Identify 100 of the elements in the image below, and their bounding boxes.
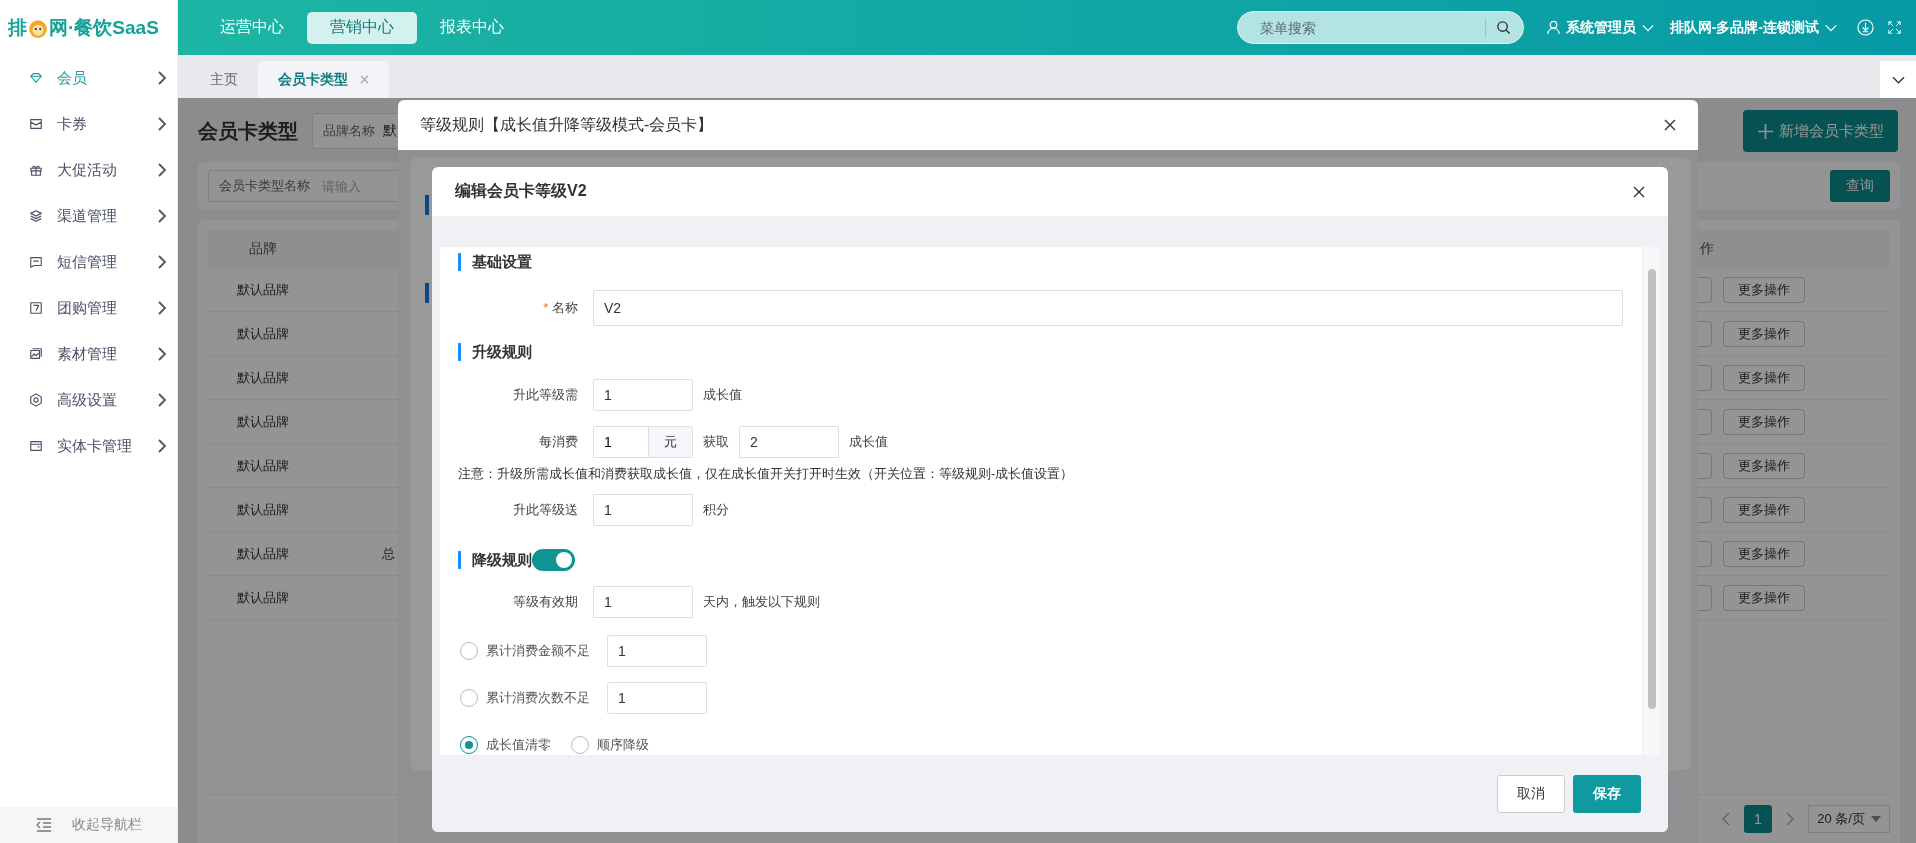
collapse-nav-button[interactable]: 收起导航栏	[0, 807, 177, 843]
chevron-right-icon	[157, 392, 167, 408]
more-actions-button[interactable]: 更多操作	[1723, 584, 1805, 611]
organization-menu[interactable]: 排队网-多品牌-连锁测试	[1669, 18, 1819, 37]
table-cell: 总	[382, 545, 395, 561]
chevron-right-icon	[157, 208, 167, 224]
field-label: 会员卡类型名称	[219, 177, 310, 195]
input-field[interactable]: 2	[739, 426, 839, 458]
more-actions-button[interactable]: 更多操作	[1723, 496, 1805, 523]
user-menu[interactable]: 系统管理员	[1565, 18, 1636, 37]
chat-icon	[29, 255, 43, 269]
plus-icon	[1757, 123, 1773, 139]
field-label: 等级有效期	[512, 593, 578, 611]
input-field[interactable]: V2	[593, 290, 1623, 326]
save-button[interactable]: 保存	[1573, 774, 1641, 813]
unit-label: 成长值	[703, 386, 742, 404]
field-label: 升此等级需	[512, 386, 578, 404]
tabs-dropdown-button[interactable]	[1880, 61, 1916, 98]
radio-label: 顺序降级	[597, 736, 649, 754]
page-tab[interactable]: 会员卡类型	[258, 61, 389, 98]
chevron-right-icon	[157, 438, 167, 454]
sidebar-item[interactable]: 卡券	[0, 101, 177, 147]
more-actions-button[interactable]: 更多操作	[1723, 408, 1805, 435]
sidebar-item[interactable]: 实体卡管理	[0, 423, 177, 469]
radio-label: 成长值清零	[486, 736, 551, 754]
sidebar-item[interactable]: 大促活动	[0, 147, 177, 193]
more-actions-button[interactable]: 更多操作	[1723, 452, 1805, 479]
note-text: 注意：升级所需成长值和消费获取成长值，仅在成长值开关打开时生效（开关位置：等级规则-成长值设置）	[458, 465, 1075, 483]
menu-search-field[interactable]: 菜单搜索	[1236, 11, 1524, 44]
section-heading: 基础设置	[472, 252, 532, 272]
card-icon	[29, 439, 43, 453]
table-cell-text: 默认品牌	[236, 324, 290, 343]
input-field[interactable]: 1	[607, 635, 707, 667]
gem-icon	[29, 71, 43, 85]
table-cell-text: 默认品牌	[236, 368, 290, 387]
field-label: 获取	[703, 433, 729, 451]
table-cell-text: 默认品牌	[236, 544, 290, 563]
sidebar-item[interactable]: 团购管理	[0, 285, 177, 331]
close-icon[interactable]	[1664, 119, 1676, 131]
fullscreen-icon[interactable]	[1888, 21, 1901, 34]
picture-icon	[29, 347, 43, 361]
cancel-button[interactable]: 取消	[1497, 774, 1565, 813]
input-field[interactable]: 1	[593, 494, 693, 526]
logo: 排 网·餐饮SaaS	[6, 15, 160, 41]
close-icon[interactable]	[1633, 185, 1645, 198]
input-field[interactable]: 1	[593, 586, 693, 618]
field-label: * 名称	[542, 299, 578, 317]
input-group[interactable]: 1 元	[593, 426, 693, 458]
column-header: 品牌	[248, 240, 278, 258]
query-button[interactable]: 查询	[1830, 170, 1890, 202]
chevron-right-icon	[157, 116, 167, 132]
collapse-menu-icon	[36, 818, 52, 832]
chevron-right-icon	[157, 254, 167, 270]
more-actions-button[interactable]: 更多操作	[1723, 364, 1805, 391]
caret-down-icon	[1870, 816, 1881, 822]
sidebar-item[interactable]: 素材管理	[0, 331, 177, 377]
chevron-right-icon	[157, 300, 167, 316]
download-icon[interactable]	[1857, 19, 1874, 36]
chevron-right-icon	[157, 70, 167, 86]
scrollbar[interactable]	[1648, 269, 1656, 709]
more-actions-button[interactable]: 更多操作	[1723, 276, 1805, 303]
ticket-icon	[29, 301, 43, 315]
sidebar-item[interactable]: 高级设置	[0, 377, 177, 423]
unit-label: 积分	[703, 501, 729, 519]
section-heading: 升级规则	[472, 342, 532, 362]
top-nav-tab[interactable]: 营销中心	[307, 11, 417, 44]
input-field[interactable]: 1	[607, 682, 707, 714]
page-size-select[interactable]: 20 条/页	[1808, 805, 1890, 833]
more-actions-button[interactable]: 更多操作	[1723, 540, 1805, 567]
envelope-icon	[29, 117, 43, 131]
unit-addon: 元	[648, 427, 692, 457]
unit-label: 天内，触发以下规则	[703, 593, 820, 611]
gift-icon	[29, 163, 43, 177]
chevron-left-icon[interactable]	[1722, 812, 1730, 826]
radio-label: 累计消费次数不足	[486, 689, 591, 707]
user-icon	[1545, 20, 1561, 35]
table-cell-text: 默认品牌	[236, 588, 290, 607]
table-cell-text: 默认品牌	[236, 456, 290, 475]
hexagon-icon	[29, 393, 43, 407]
page-number[interactable]: 1	[1744, 805, 1772, 833]
search-icon	[1495, 20, 1511, 35]
chevron-right-icon[interactable]	[1786, 812, 1794, 826]
input-field[interactable]: 1	[593, 379, 693, 411]
table-cell-text: 默认品牌	[236, 500, 290, 519]
more-actions-button[interactable]: 更多操作	[1723, 320, 1805, 347]
search-input[interactable]: 菜单搜索	[1257, 18, 1485, 37]
toggle-switch[interactable]	[532, 549, 575, 571]
sidebar-item[interactable]: 渠道管理	[0, 193, 177, 239]
chevron-down-icon	[1891, 75, 1905, 84]
unit-label: 成长值	[849, 433, 888, 451]
sidebar-item[interactable]: 会员	[0, 55, 177, 101]
field-label: 升此等级送	[512, 501, 578, 519]
sidebar-item[interactable]: 短信管理	[0, 239, 177, 285]
chevron-down-icon	[1825, 23, 1837, 32]
page-tab[interactable]: 主页	[190, 61, 258, 98]
chevron-right-icon	[157, 346, 167, 362]
dialog-title: 编辑会员卡等级V2	[455, 181, 587, 201]
radio-label: 累计消费金额不足	[486, 642, 591, 660]
chevron-right-icon	[157, 162, 167, 178]
add-card-type-button[interactable]: 新增会员卡类型	[1743, 110, 1898, 152]
